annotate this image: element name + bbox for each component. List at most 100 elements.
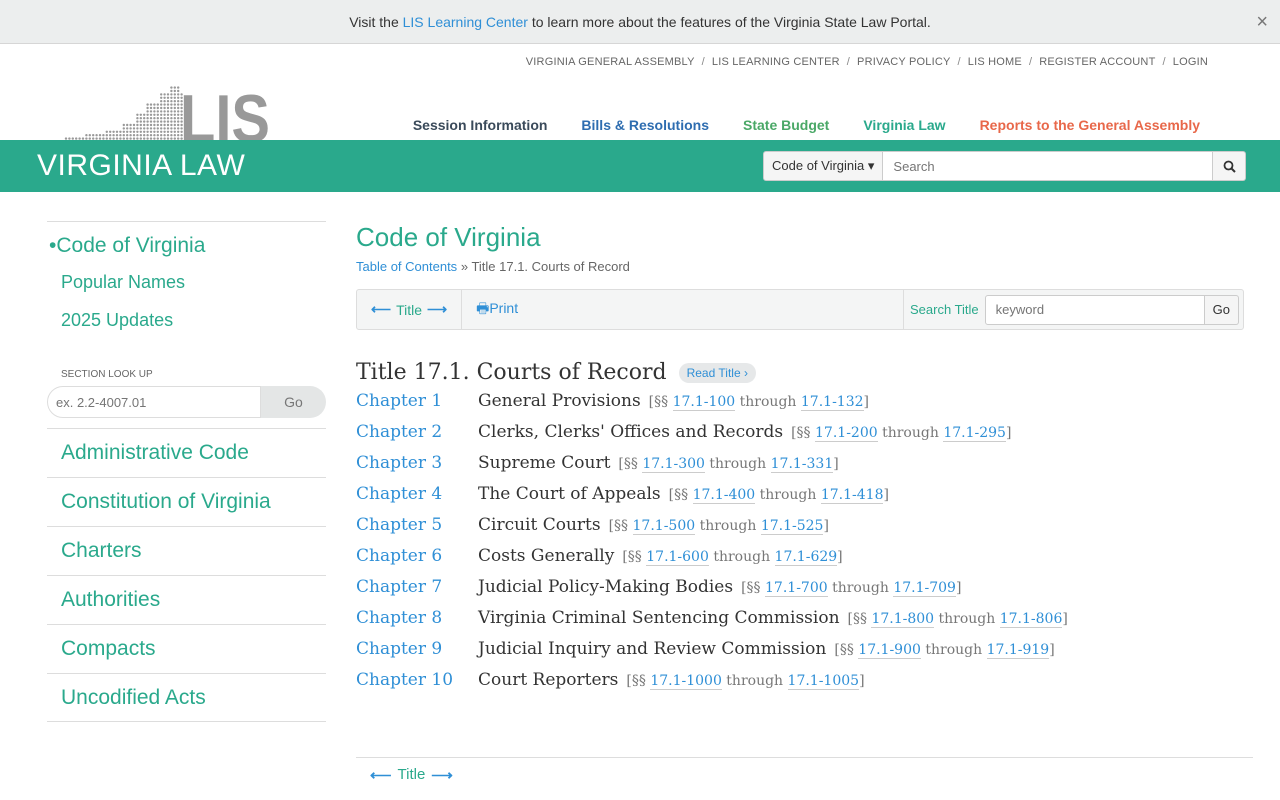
section-from-link[interactable]: 17.1-900 <box>858 642 921 659</box>
arrow-right-icon[interactable]: ⟶ <box>431 766 453 784</box>
chapter-range: [§§ 17.1-700 through 17.1-709] <box>741 580 961 597</box>
range-through: through <box>735 394 801 410</box>
section-from-link[interactable]: 17.1-400 <box>692 487 756 504</box>
section-from-link[interactable]: 17.1-200 <box>815 425 878 442</box>
search-title-go-button[interactable]: Go <box>1204 294 1239 325</box>
breadcrumb-separator: » <box>460 259 469 274</box>
page-title: Code of Virginia <box>356 222 541 252</box>
section-to-link[interactable]: 17.1-132 <box>800 394 864 411</box>
range-suffix: ] <box>833 456 839 472</box>
section-lookup-go-button[interactable]: Go <box>261 386 326 418</box>
top-link[interactable]: LOGIN <box>1173 56 1208 68</box>
chapter-link[interactable]: Chapter 10 <box>356 670 478 690</box>
range-through: through <box>920 642 987 658</box>
sidebar-item[interactable]: Administrative Code <box>47 428 326 477</box>
section-to-link[interactable]: 17.1-1005 <box>787 673 860 690</box>
main-nav: Session Information Bills & Resolutions St… <box>413 117 1200 133</box>
lis-logo[interactable]: LIS <box>64 74 274 144</box>
range-prefix: [§§ <box>834 642 859 658</box>
title-text: Title 17.1. Courts of Record <box>356 360 667 385</box>
range-prefix: [§§ <box>847 611 872 627</box>
chapter-range: [§§ 17.1-500 through 17.1-525] <box>609 518 829 535</box>
sidebar-item[interactable]: Charters <box>47 526 326 575</box>
print-button[interactable]: 🖶Print <box>462 298 518 322</box>
section-lookup-input[interactable] <box>47 386 261 418</box>
top-link[interactable]: PRIVACY POLICY <box>857 56 950 68</box>
section-lookup: Go <box>47 386 326 418</box>
top-link[interactable]: LIS LEARNING CENTER <box>712 56 840 68</box>
top-link[interactable]: VIRGINIA GENERAL ASSEMBLY <box>526 56 695 68</box>
section-from-link[interactable]: 17.1-1000 <box>650 673 722 690</box>
section-to-link[interactable]: 17.1-709 <box>893 580 956 597</box>
range-prefix: [§§ <box>791 425 816 441</box>
chapter-link[interactable]: Chapter 7 <box>356 577 478 597</box>
section-from-link[interactable]: 17.1-500 <box>632 518 696 535</box>
sidebar-item[interactable]: Uncodified Acts <box>47 673 326 722</box>
section-to-link[interactable]: 17.1-806 <box>999 611 1063 628</box>
chapter-range: [§§ 17.1-200 through 17.1-295] <box>791 425 1011 442</box>
chapter-range: [§§ 17.1-300 through 17.1-331] <box>618 456 839 473</box>
sidebar-item[interactable]: Authorities <box>47 575 326 624</box>
main-nav-item[interactable]: Reports to the General Assembly <box>980 117 1200 133</box>
main-nav-item[interactable]: State Budget <box>743 117 829 133</box>
arrow-left-icon[interactable]: ⟵ <box>371 301 391 318</box>
section-from-link[interactable]: 17.1-100 <box>672 394 736 411</box>
section-to-link[interactable]: 17.1-525 <box>760 518 824 535</box>
top-link[interactable]: LIS HOME <box>968 56 1022 68</box>
range-prefix: [§§ <box>668 487 693 503</box>
range-suffix: ] <box>1049 642 1055 658</box>
chapter-range: [§§ 17.1-900 through 17.1-919] <box>834 642 1055 659</box>
chapter-row: Chapter 8 Virginia Criminal Sentencing Co… <box>356 608 1244 639</box>
chapter-link[interactable]: Chapter 4 <box>356 484 478 504</box>
chapter-link[interactable]: Chapter 9 <box>356 639 478 659</box>
learning-center-link[interactable]: LIS Learning Center <box>403 14 528 30</box>
sidebar-item[interactable]: Constitution of Virginia <box>47 477 326 526</box>
section-from-link[interactable]: 17.1-800 <box>871 611 935 628</box>
search-scope-select[interactable]: Code of Virginia ▾ <box>763 151 884 181</box>
section-from-link[interactable]: 17.1-600 <box>646 549 709 566</box>
breadcrumb-toc-link[interactable]: Table of Contents <box>356 259 457 274</box>
chapter-link[interactable]: Chapter 2 <box>356 422 478 442</box>
range-through: through <box>934 611 1000 627</box>
read-title-button[interactable]: Read Title › <box>678 362 756 383</box>
range-through: through <box>877 425 944 441</box>
section-to-link[interactable]: 17.1-295 <box>943 425 1006 442</box>
main-nav-item[interactable]: Bills & Resolutions <box>581 117 709 133</box>
arrow-right-icon[interactable]: ⟶ <box>427 301 447 318</box>
sidebar-item[interactable]: Compacts <box>47 624 326 673</box>
section-to-link[interactable]: 17.1-418 <box>820 487 884 504</box>
range-suffix: ] <box>863 394 869 410</box>
chapter-link[interactable]: Chapter 3 <box>356 453 478 473</box>
chapter-row: Chapter 6 Costs Generally [§§ 17.1-600 thr… <box>356 546 1244 577</box>
main-nav-item[interactable]: Virginia Law <box>863 117 945 133</box>
section-from-link[interactable]: 17.1-300 <box>642 456 705 473</box>
chapter-link[interactable]: Chapter 6 <box>356 546 478 566</box>
search-button[interactable] <box>1213 151 1247 181</box>
section-from-link[interactable]: 17.1-700 <box>765 580 828 597</box>
section-lookup-label: SECTION LOOK UP <box>61 369 153 380</box>
sidebar-item-updates[interactable]: 2025 Updates <box>47 310 326 331</box>
chapter-link[interactable]: Chapter 5 <box>356 515 478 535</box>
range-prefix: [§§ <box>741 580 766 596</box>
search-title-input[interactable] <box>984 294 1205 325</box>
chapter-row: Chapter 4 The Court of Appeals [§§ 17.1-40… <box>356 484 1244 515</box>
range-through: through <box>721 673 788 689</box>
sidebar-item-code-of-virginia[interactable]: •Code of Virginia <box>47 234 326 258</box>
title-nav: ⟵ Title ⟶ <box>357 290 463 329</box>
chapter-row: Chapter 2 Clerks, Clerks' Offices and Rec… <box>356 422 1244 453</box>
chapter-link[interactable]: Chapter 8 <box>356 608 478 628</box>
sidebar-item-popular-names[interactable]: Popular Names <box>47 272 326 293</box>
chapter-row: Chapter 10 Court Reporters [§§ 17.1-1000 t… <box>356 670 1244 701</box>
top-link[interactable]: REGISTER ACCOUNT <box>1039 56 1155 68</box>
chapter-link[interactable]: Chapter 1 <box>356 391 478 411</box>
search-input[interactable] <box>883 151 1214 181</box>
section-to-link[interactable]: 17.1-629 <box>774 549 838 566</box>
site-search: Code of Virginia ▾ <box>763 151 1247 181</box>
sidebar: •Code of Virginia Popular Names 2025 Upd… <box>47 221 326 722</box>
arrow-left-icon[interactable]: ⟵ <box>370 766 392 784</box>
close-icon[interactable]: × <box>1256 0 1268 44</box>
chapter-title: Clerks, Clerks' Offices and Records <box>478 422 784 442</box>
section-to-link[interactable]: 17.1-919 <box>986 642 1050 659</box>
main-nav-item[interactable]: Session Information <box>413 117 548 133</box>
section-to-link[interactable]: 17.1-331 <box>770 456 834 473</box>
